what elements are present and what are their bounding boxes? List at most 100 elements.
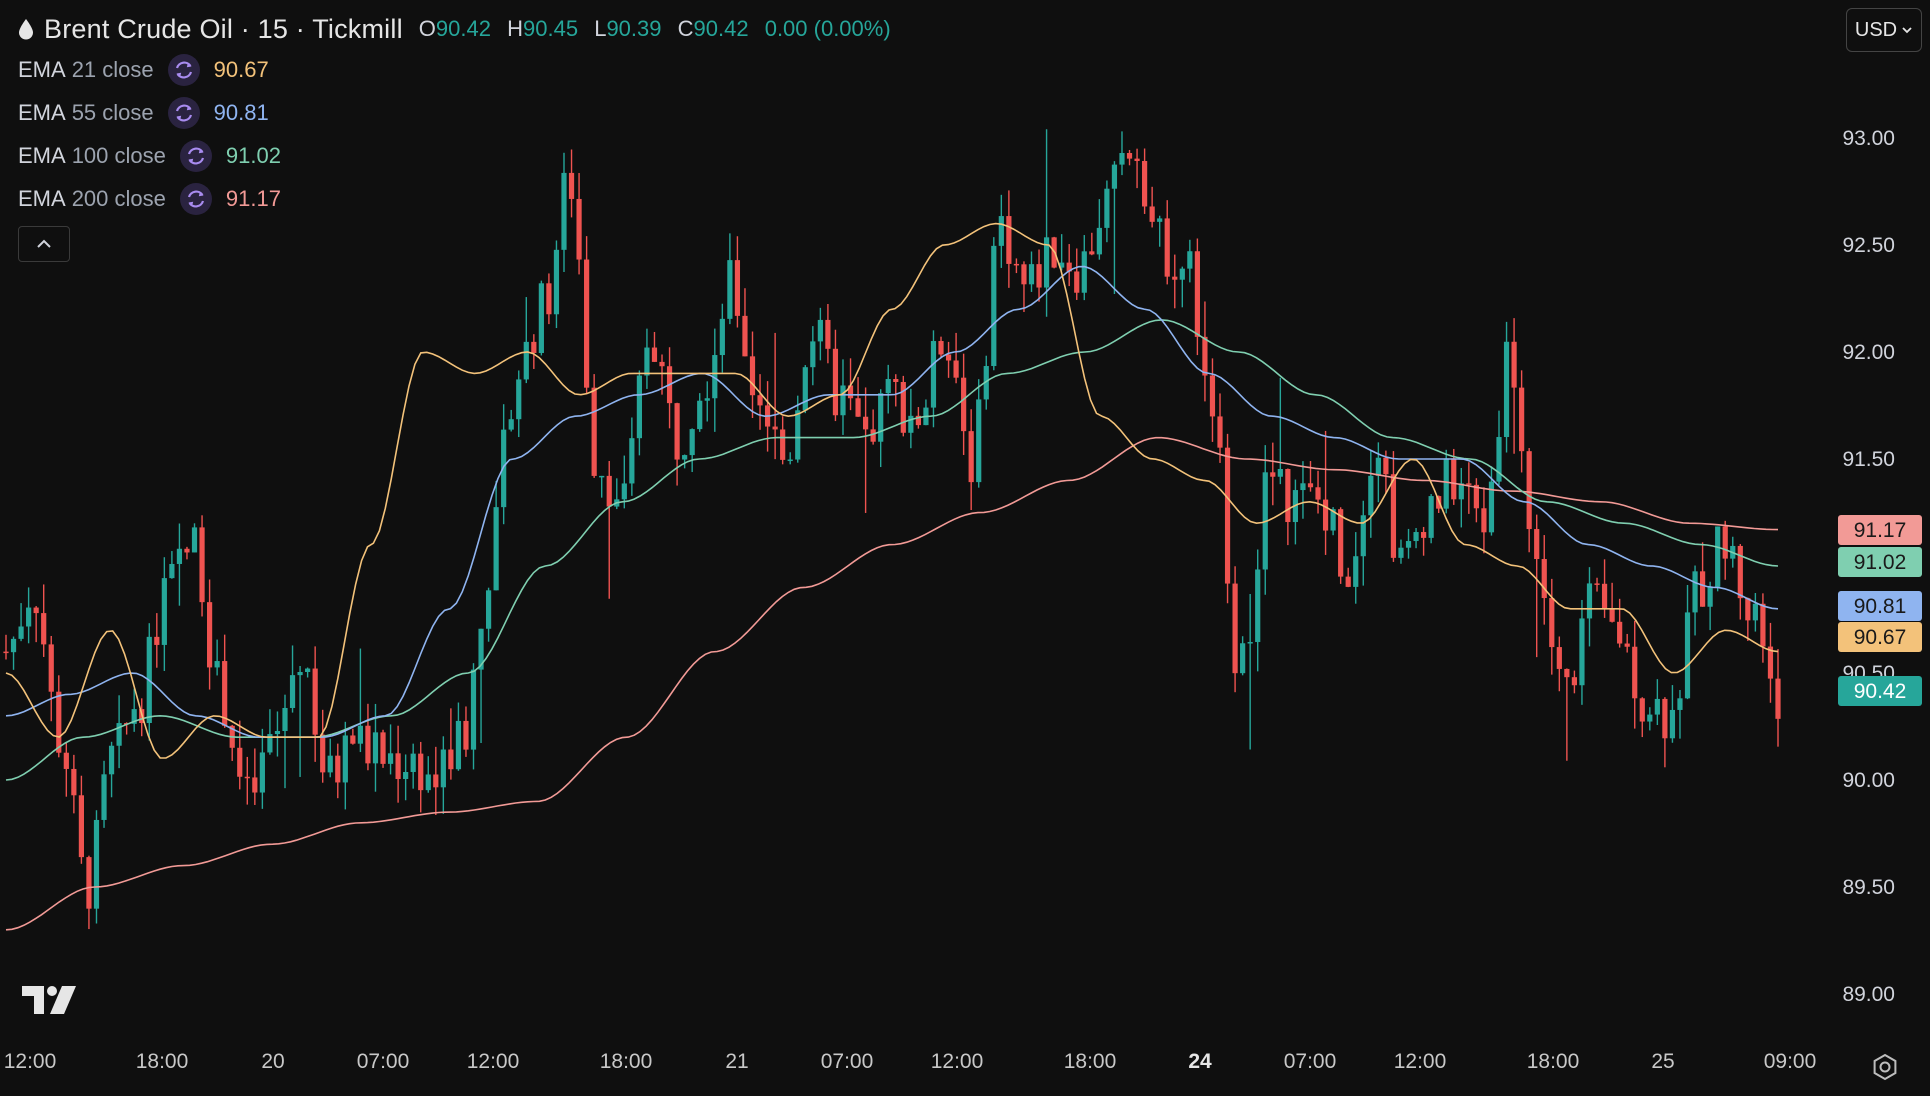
candle	[674, 402, 680, 486]
candle	[1149, 186, 1155, 228]
indicator-name: EMA	[18, 185, 66, 211]
time-tick-label: 07:00	[1284, 1050, 1337, 1073]
indicator-value: 91.17	[225, 185, 281, 211]
candle	[282, 694, 288, 789]
indicator-ema-200[interactable]: EMA 200 close 91.17	[18, 177, 891, 220]
candle	[139, 698, 145, 737]
candle	[1036, 249, 1042, 302]
candle	[651, 331, 658, 363]
candle	[1126, 149, 1133, 166]
candle	[1519, 370, 1525, 473]
candle	[485, 587, 492, 642]
candle	[863, 387, 869, 513]
candle	[878, 389, 884, 468]
candle	[342, 721, 348, 810]
candle	[1684, 584, 1691, 700]
candle	[930, 330, 937, 428]
candle	[538, 280, 544, 356]
candle	[1775, 649, 1781, 747]
time-tick-label: 20	[261, 1050, 284, 1073]
price-tick-label: 90.00	[1842, 769, 1895, 792]
candle	[274, 711, 281, 757]
candle	[1715, 526, 1721, 592]
price-label: 90.81	[1838, 591, 1922, 621]
candle	[1164, 200, 1170, 285]
candle	[425, 756, 431, 793]
candle	[289, 645, 296, 713]
price-tick-label: 92.50	[1842, 234, 1895, 257]
candle	[1262, 445, 1268, 595]
symbol-title[interactable]: Brent Crude Oil · 15 · Tickmill	[44, 14, 403, 45]
price-tick-label: 89.00	[1842, 983, 1895, 1006]
candle	[56, 675, 62, 758]
close-label: C	[677, 16, 694, 41]
candle	[463, 706, 469, 757]
candle	[780, 416, 786, 465]
indicator-ema-100[interactable]: EMA 100 close 91.02	[18, 134, 891, 177]
candle	[998, 194, 1004, 268]
candle	[855, 377, 861, 417]
symbol-row: Brent Crude Oil · 15 · Tickmill O 90.42 H…	[18, 10, 891, 48]
svg-text:90.67: 90.67	[1854, 626, 1907, 649]
refresh-icon[interactable]	[179, 182, 212, 215]
candle	[1458, 467, 1464, 528]
indicator-ema-55[interactable]: EMA 55 close 90.81	[18, 91, 891, 134]
candle	[1609, 582, 1615, 623]
candle	[154, 613, 160, 668]
candle	[1526, 448, 1532, 553]
candle	[48, 635, 54, 722]
candle	[832, 329, 839, 422]
candle	[1745, 597, 1751, 641]
collapse-legend-button[interactable]	[18, 226, 70, 262]
candle	[1247, 593, 1253, 750]
candle	[1028, 251, 1035, 292]
candle	[1217, 393, 1223, 463]
refresh-icon[interactable]	[167, 96, 200, 129]
time-tick-label: 18:00	[136, 1050, 189, 1073]
candle	[1270, 442, 1276, 506]
time-tick-label: 12:00	[931, 1050, 984, 1073]
candle	[1021, 261, 1027, 313]
candle	[1586, 567, 1593, 647]
tradingview-logo[interactable]	[22, 986, 78, 1016]
candle	[1074, 248, 1080, 300]
candle	[455, 702, 462, 771]
ema-100-line	[5, 319, 1779, 781]
refresh-icon[interactable]	[179, 139, 212, 172]
candle	[1292, 479, 1299, 545]
svg-text:91.02: 91.02	[1854, 551, 1907, 574]
candle	[606, 461, 612, 599]
candle	[320, 709, 326, 783]
close-value: 90.42	[693, 16, 749, 41]
indicator-name: EMA	[18, 99, 66, 125]
low-label: L	[594, 16, 607, 41]
refresh-icon[interactable]	[167, 53, 200, 86]
currency-select[interactable]: USD	[1846, 8, 1922, 52]
candle	[1119, 131, 1125, 176]
candle	[86, 855, 92, 930]
time-tick-label: 25	[1651, 1050, 1674, 1073]
candle	[1232, 566, 1238, 693]
candle	[440, 736, 446, 814]
candle	[350, 728, 356, 745]
candle	[719, 303, 725, 373]
chevron-up-icon	[37, 239, 51, 248]
droplet-icon	[19, 19, 33, 40]
high-label: H	[507, 16, 523, 41]
candle	[900, 375, 906, 437]
chart-legend: Brent Crude Oil · 15 · Tickmill O 90.42 H…	[18, 10, 891, 262]
candle	[1571, 670, 1578, 694]
candle	[689, 428, 695, 473]
indicator-ema-21[interactable]: EMA 21 close 90.67	[18, 48, 891, 91]
settings-icon[interactable]	[1870, 1052, 1900, 1082]
candle	[448, 708, 454, 780]
candle	[1473, 478, 1479, 523]
candle	[1662, 697, 1668, 768]
candle	[101, 760, 107, 828]
candle	[749, 331, 756, 418]
price-label: 90.42	[1838, 676, 1922, 706]
open-label: O	[418, 16, 436, 41]
time-axis: 12:00 18:00 20 07:00 12:00 18:00 21 07:00 12:00 1…	[4, 1050, 1817, 1073]
candle	[1172, 254, 1178, 309]
ema-lines-layer	[5, 222, 1779, 931]
